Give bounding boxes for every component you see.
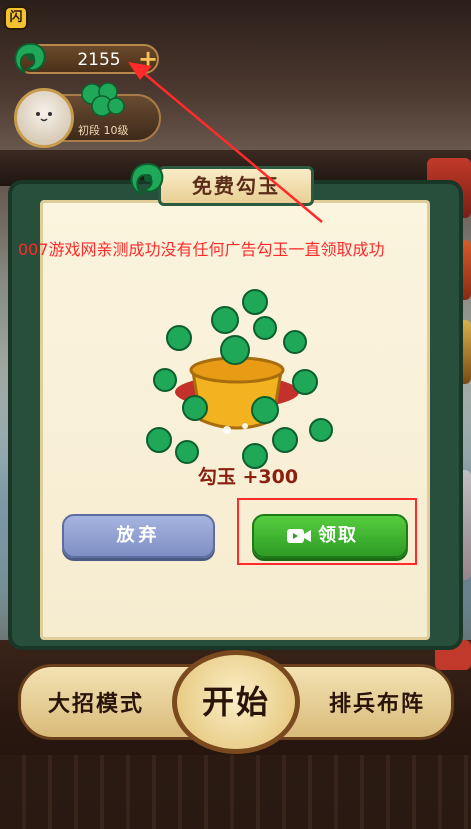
ultimate-mode-button[interactable]: 大招模式 xyxy=(36,686,156,718)
reward-amount-label: 勾玉 +300 xyxy=(197,466,299,488)
annotation-highlight-box xyxy=(237,498,417,565)
start-button[interactable]: 开始 xyxy=(172,650,300,754)
start-button-label: 开始 xyxy=(201,683,270,721)
jade-treasure-pot-icon xyxy=(146,289,333,469)
avatar-face-icon xyxy=(36,112,52,122)
corner-menu-icon[interactable]: 闪 xyxy=(4,6,28,30)
jade-count: 2155 xyxy=(77,50,121,70)
formation-button[interactable]: 排兵布阵 xyxy=(312,686,442,718)
add-currency-button[interactable]: + xyxy=(136,46,160,72)
background-railing xyxy=(0,755,471,829)
overlay-annotation-text: 007游戏网亲测成功没有任何广告勾玉一直领取成功 xyxy=(18,240,385,259)
title-jade-icon xyxy=(130,162,164,195)
popup-title: 免费勾玉 xyxy=(192,174,280,198)
popup-title-tab: 免费勾玉 xyxy=(158,166,314,206)
player-rank-label: 初段 10级 xyxy=(78,124,129,137)
jade-currency-icon xyxy=(14,42,46,74)
jade-pile-icon xyxy=(81,82,125,117)
give-up-button[interactable]: 放弃 xyxy=(62,514,215,558)
player-avatar[interactable] xyxy=(14,88,74,148)
